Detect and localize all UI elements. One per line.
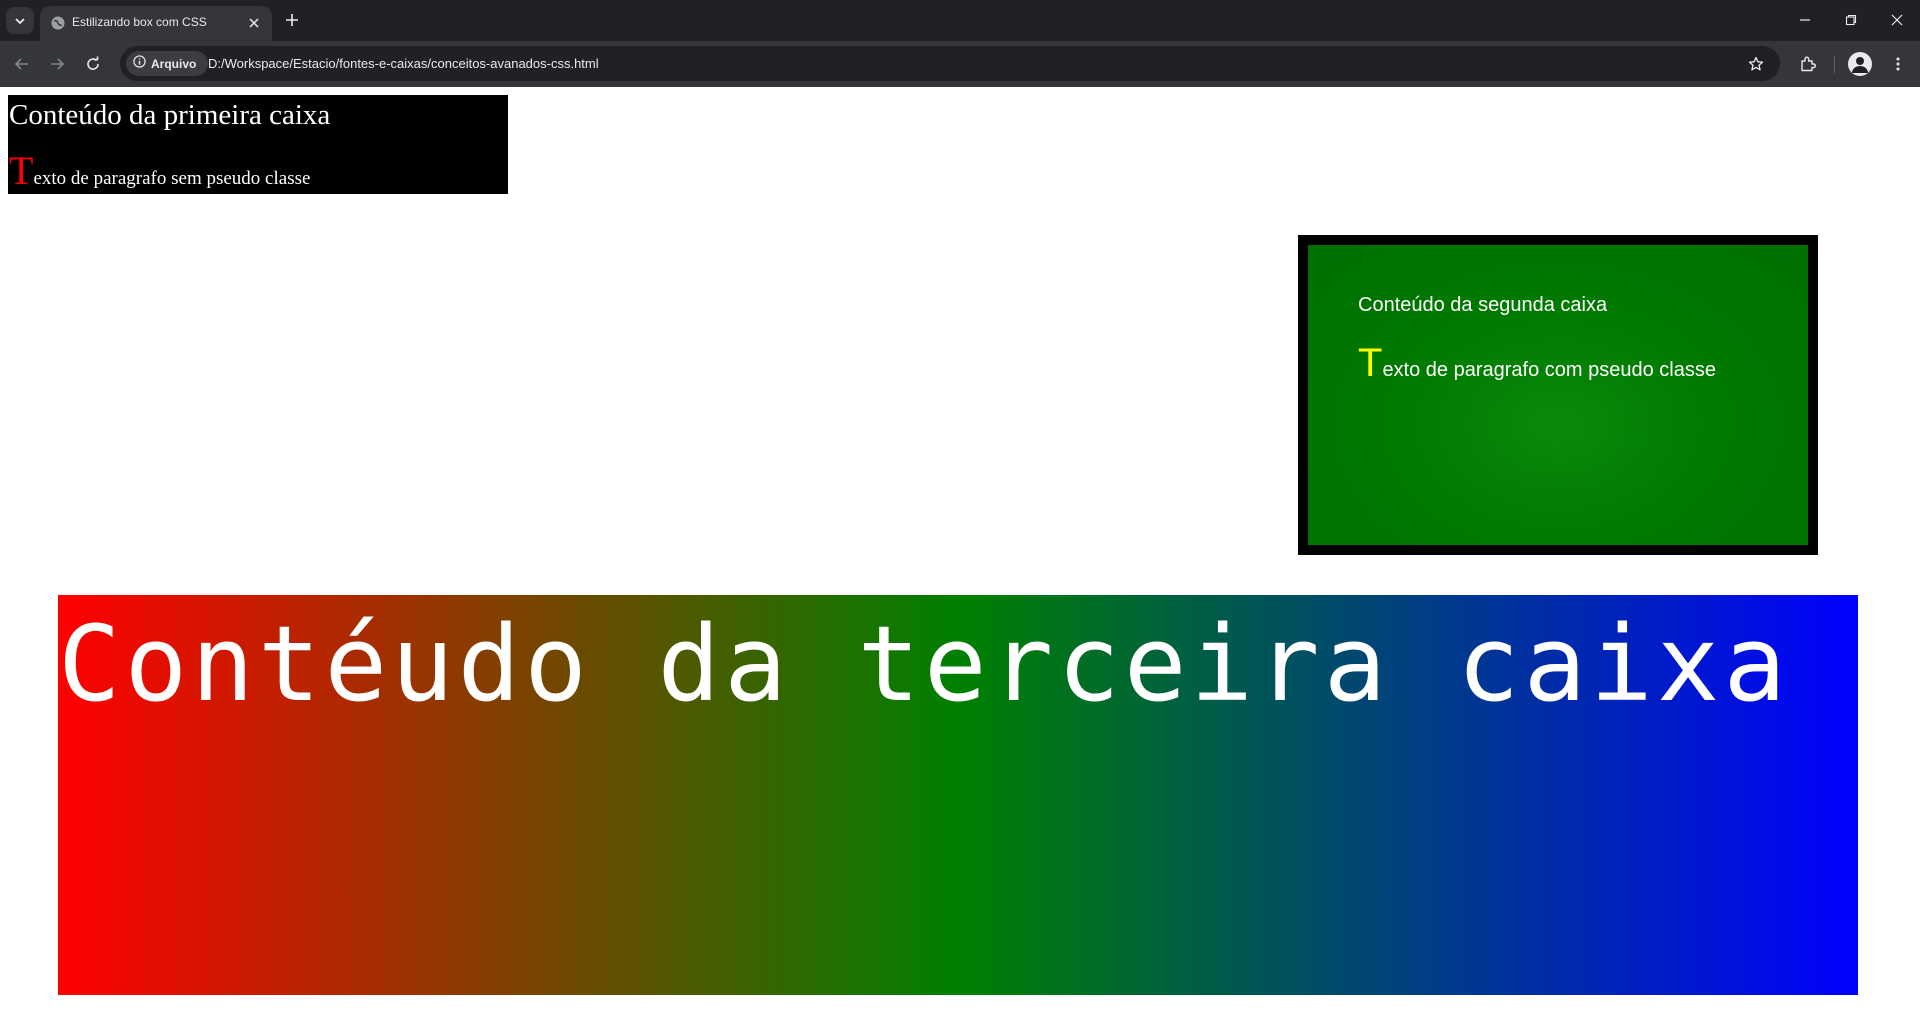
url-text[interactable]: D:/Workspace/Estacio/fontes-e-caixas/con…: [208, 56, 599, 71]
second-box-paragraph: Texto de paragrafo com pseudo classe: [1358, 343, 1716, 392]
info-icon: [133, 54, 146, 73]
forward-arrow-icon[interactable]: [43, 50, 71, 78]
address-bar[interactable]: Arquivo D:/Workspace/Estacio/fontes-e-ca…: [120, 46, 1780, 81]
restore-icon[interactable]: [1828, 0, 1874, 40]
second-box-title: Conteúdo da segunda caixa: [1358, 294, 1608, 316]
tab-strip: Estilizando box com CSS: [0, 0, 1920, 41]
profile-icon[interactable]: [1848, 52, 1872, 76]
second-box: Conteúdo da segunda caixa Texto de parag…: [1298, 235, 1818, 555]
security-chip-label: Arquivo: [151, 56, 197, 71]
reload-icon[interactable]: [79, 50, 107, 78]
third-box-title: Contéudo da terceira caixa: [58, 603, 1790, 725]
tab-title: Estilizando box com CSS: [72, 15, 207, 29]
first-box-paragraph: Texto de paragrafo sem pseudo classe: [9, 151, 310, 199]
second-box-inner: Conteúdo da segunda caixa Texto de parag…: [1308, 245, 1808, 545]
first-box-paragraph-text: exto de paragrafo sem pseudo classe: [33, 168, 311, 189]
site-info-chip[interactable]: Arquivo: [126, 51, 208, 76]
extensions-icon[interactable]: [1794, 50, 1822, 78]
close-icon[interactable]: [244, 13, 264, 33]
tab-search-icon[interactable]: [6, 7, 34, 34]
toolbar: Arquivo D:/Workspace/Estacio/fontes-e-ca…: [0, 41, 1920, 87]
first-box-title: Conteúdo da primeira caixa: [9, 99, 331, 131]
minimize-icon[interactable]: [1782, 0, 1828, 40]
more-vert-icon[interactable]: [1884, 50, 1912, 78]
back-arrow-icon[interactable]: [8, 50, 36, 78]
second-box-first-letter: T: [1358, 341, 1383, 385]
plus-icon[interactable]: [280, 8, 304, 32]
page-content: Conteúdo da primeira caixa Texto de para…: [0, 87, 1920, 1032]
browser-chrome: Estilizando box com CSS Arquivo D:/Works…: [0, 0, 1920, 87]
second-box-paragraph-text: exto de paragrafo com pseudo classe: [1382, 359, 1716, 381]
close-window-icon[interactable]: [1874, 0, 1920, 40]
toolbar-separator: [1834, 56, 1835, 73]
third-box: Contéudo da terceira caixa: [58, 595, 1858, 995]
first-box-first-letter: T: [9, 148, 34, 193]
star-icon[interactable]: [1746, 54, 1766, 74]
tab-active[interactable]: Estilizando box com CSS: [40, 6, 272, 41]
first-box: Conteúdo da primeira caixa Texto de para…: [8, 95, 508, 194]
globe-icon: [50, 15, 66, 31]
